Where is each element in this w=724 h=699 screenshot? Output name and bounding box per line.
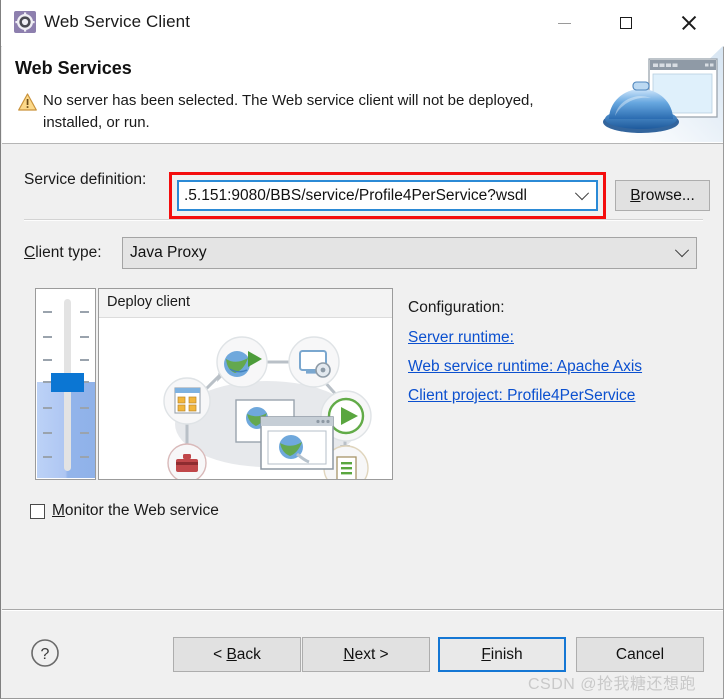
wizard-body: Service definition: .5.151:9080/BBS/serv…: [2, 144, 723, 609]
service-definition-combo[interactable]: .5.151:9080/BBS/service/Profile4PerServi…: [177, 180, 598, 211]
deploy-client-illustration: Deploy client: [98, 288, 393, 480]
browse-button[interactable]: Browse...: [615, 180, 710, 211]
web-service-client-dialog: Web Service Client Web Services No serve…: [0, 0, 724, 699]
slider-tick: [80, 359, 89, 361]
chevron-down-icon[interactable]: [668, 243, 696, 258]
watermark: CSDN @抢我糖还想跑: [528, 676, 697, 693]
client-type-value: Java Proxy: [130, 244, 207, 261]
minimize-icon: [557, 23, 571, 24]
illustration-title: Deploy client: [107, 294, 191, 310]
slider-tick: [80, 432, 89, 434]
service-definition-row: Service definition: .5.151:9080/BBS/serv…: [2, 158, 723, 219]
minimize-button[interactable]: [541, 0, 587, 45]
cancel-button[interactable]: Cancel: [576, 637, 704, 672]
window-title: Web Service Client: [44, 12, 191, 31]
client-type-label: Client type:: [24, 244, 102, 261]
slider-tick: [43, 311, 52, 313]
configuration-title: Configuration:: [408, 299, 505, 316]
client-project-link[interactable]: Client project: Profile4PerService: [408, 387, 708, 405]
server-window-icon: [593, 46, 723, 142]
finish-button[interactable]: Finish: [438, 637, 566, 672]
illustration-title-bar: Deploy client: [99, 289, 392, 318]
server-runtime-link[interactable]: Server runtime:: [408, 329, 708, 347]
service-definition-label: Service definition:: [24, 171, 147, 188]
client-type-row: Client type: Java Proxy: [2, 234, 723, 274]
configuration-panel: Configuration: Server runtime: Web servi…: [408, 299, 708, 416]
help-question-icon[interactable]: ?: [30, 638, 60, 668]
slider-tick: [43, 407, 52, 409]
monitor-web-service-checkbox[interactable]: [30, 503, 45, 519]
form-separator: [24, 219, 703, 221]
warning-triangle-icon: [18, 93, 37, 111]
browse-accel: B: [630, 186, 641, 204]
page-title: Web Services: [15, 58, 132, 78]
browse-rest: rowse...: [640, 186, 695, 204]
service-definition-value: .5.151:9080/BBS/service/Profile4PerServi…: [184, 186, 527, 204]
slider-tick: [43, 456, 52, 458]
slider-tick: [80, 336, 89, 338]
gear-icon: [14, 11, 36, 33]
chevron-down-icon[interactable]: [568, 185, 596, 201]
slider-tick: [80, 456, 89, 458]
slider-tick: [80, 311, 89, 313]
title-bar: Web Service Client: [1, 0, 724, 47]
maximize-icon: [620, 16, 632, 29]
svg-text:?: ?: [41, 646, 50, 663]
footer-separator: [2, 609, 723, 611]
slider-thumb[interactable]: [51, 373, 84, 392]
close-icon: [681, 15, 697, 31]
warning-message: No server has been selected. The Web ser…: [43, 92, 534, 131]
next-button[interactable]: Next >: [302, 637, 430, 672]
slider-tick: [43, 359, 52, 361]
deployment-stage-slider[interactable]: [35, 288, 96, 480]
back-button[interactable]: < Back: [173, 637, 301, 672]
close-button[interactable]: [666, 0, 712, 45]
maximize-button[interactable]: [603, 0, 649, 45]
monitor-web-service-label: Monitor the Web service: [52, 502, 219, 519]
monitor-web-service-checkbox-row[interactable]: Monitor the Web service: [30, 502, 219, 520]
slider-tick: [43, 432, 52, 434]
slider-tick: [43, 336, 52, 338]
web-service-runtime-link[interactable]: Web service runtime: Apache Axis: [408, 358, 708, 376]
slider-tick: [80, 407, 89, 409]
wizard-header: Web Services No server has been selected…: [2, 46, 723, 144]
client-type-combo[interactable]: Java Proxy: [122, 237, 697, 269]
deployment-stage-panel: Deploy client: [35, 288, 393, 480]
